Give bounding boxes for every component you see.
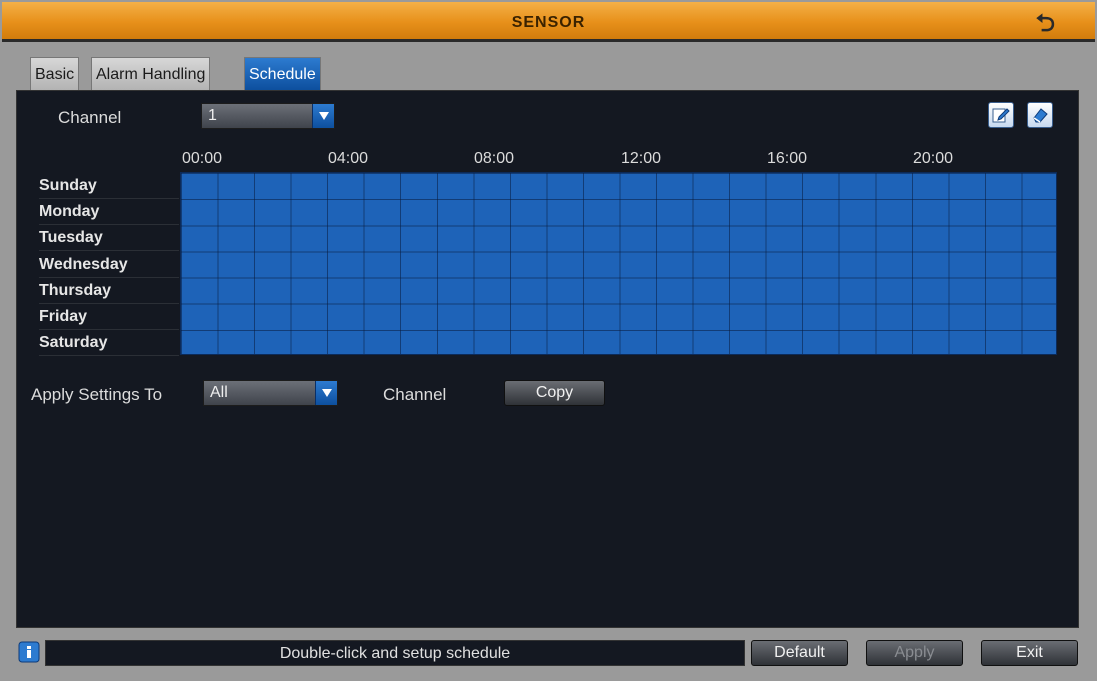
hour-label: 00:00 [182,150,223,167]
apply-settings-select[interactable]: All [203,380,338,406]
eraser-icon[interactable] [1027,102,1053,128]
channel-select[interactable]: 1 [201,103,335,129]
status-bar: Double-click and setup schedule [45,640,745,666]
info-icon [18,641,40,663]
hour-label: 08:00 [474,150,515,167]
day-label-monday: Monday [39,199,179,225]
day-label-tuesday: Tuesday [39,225,179,251]
apply-settings-label: Apply Settings To [31,385,163,404]
day-label-saturday: Saturday [39,330,179,356]
tab-alarm-handling[interactable]: Alarm Handling [91,57,211,90]
day-label-wednesday: Wednesday [39,252,179,278]
day-label-friday: Friday [39,304,179,330]
window-title: SENSOR [511,14,586,31]
channel-label: Channel [58,108,122,127]
copy-button[interactable]: Copy [504,380,605,406]
hour-label: 20:00 [913,150,954,167]
hour-label: 04:00 [328,150,369,167]
schedule-grid[interactable] [180,172,1057,355]
apply-channel-label: Channel [383,385,447,404]
day-label-sunday: Sunday [39,173,179,199]
chevron-down-icon [315,381,337,405]
channel-select-value: 1 [208,107,217,124]
back-icon[interactable]: ⮌ [1036,6,1055,47]
tab-schedule[interactable]: Schedule [244,57,321,90]
apply-button[interactable]: Apply [866,640,963,666]
title-bar: SENSOR ⮌ [2,2,1095,42]
chevron-down-icon [312,104,334,128]
tab-basic[interactable]: Basic [30,57,80,90]
exit-button[interactable]: Exit [981,640,1078,666]
day-label-thursday: Thursday [39,278,179,304]
edit-icon[interactable] [988,102,1014,128]
apply-settings-value: All [210,384,228,401]
hour-label: 16:00 [767,150,808,167]
default-button[interactable]: Default [751,640,848,666]
schedule-panel [16,90,1079,628]
hour-label: 12:00 [621,150,662,167]
